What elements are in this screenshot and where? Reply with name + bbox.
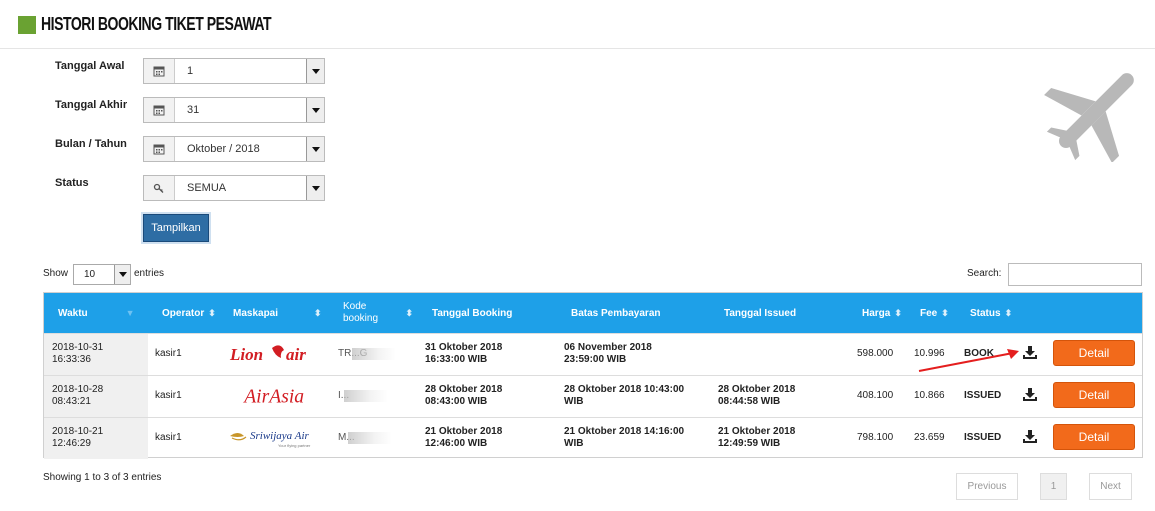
status-select[interactable]: SEMUA <box>143 175 325 201</box>
search-input[interactable] <box>1008 263 1142 286</box>
issued-date: 21 Oktober 2018 <box>718 426 796 437</box>
page-1-button[interactable]: 1 <box>1040 473 1067 500</box>
col-kode-booking[interactable]: Kode booking ⬍ <box>343 293 413 333</box>
detail-button[interactable]: Detail <box>1053 382 1135 408</box>
col-tanggal-issued[interactable]: Tanggal Issued <box>724 293 796 333</box>
svg-text:Sriwijaya Air: Sriwijaya Air <box>250 430 309 442</box>
key-icon <box>144 176 175 200</box>
status-badge: ISSUED <box>964 432 1002 443</box>
tanggal-booking-date: 21 Oktober 2018 <box>425 426 503 437</box>
operator: kasir1 <box>155 390 182 401</box>
waktu-time: 12:46:29 <box>52 438 91 449</box>
tanggal-akhir-value: 31 <box>187 104 200 116</box>
show-label: Show <box>43 268 69 279</box>
calendar-icon <box>144 59 175 83</box>
table-row: 2018-10-28 08:43:21 kasir1 AirAsia I... … <box>44 375 1142 417</box>
redaction <box>348 432 392 444</box>
issued-time: 12:49:59 WIB <box>718 438 781 449</box>
chevron-down-icon[interactable] <box>114 265 130 284</box>
col-harga[interactable]: Harga ⬍ <box>862 293 902 333</box>
operator: kasir1 <box>155 432 182 443</box>
col-waktu[interactable]: Waktu ▼ <box>58 293 135 333</box>
chevron-down-icon[interactable] <box>306 176 324 200</box>
page-title: HISTORI BOOKING TIKET PESAWAT <box>41 14 272 34</box>
waktu-time: 08:43:21 <box>52 396 91 407</box>
booking-table: Waktu ▼ Operator ⬍ Maskapai ⬍ Kode booking ⬍… <box>43 292 1143 459</box>
tanggal-booking-time: 08:43:00 WIB <box>425 396 488 407</box>
redaction <box>344 390 388 402</box>
detail-button[interactable]: Detail <box>1053 424 1135 450</box>
col-operator[interactable]: Operator ⬍ <box>162 293 216 333</box>
calendar-icon <box>144 98 175 122</box>
tampilkan-button[interactable]: Tampilkan <box>143 214 209 242</box>
batas-date: 21 Oktober 2018 14:16:00 <box>564 426 685 437</box>
batas-date: 06 November 2018 <box>564 342 652 353</box>
waktu-date: 2018-10-31 <box>52 342 104 353</box>
redaction <box>352 348 396 360</box>
batas-date: 28 Oktober 2018 10:43:00 <box>564 384 685 395</box>
annotation-arrow-icon <box>918 349 1019 372</box>
status-label: Status <box>55 177 89 189</box>
issued-date: 28 Oktober 2018 <box>718 384 796 395</box>
issued-time: 08:44:58 WIB <box>718 396 781 407</box>
tanggal-booking-time: 16:33:00 WIB <box>425 354 488 365</box>
svg-text:AirAsia: AirAsia <box>242 387 304 408</box>
entries-label: entries <box>134 268 165 279</box>
status-value: SEMUA <box>187 182 227 194</box>
download-icon[interactable] <box>1022 388 1038 402</box>
batas-time: WIB <box>564 396 584 407</box>
calendar-icon <box>144 137 175 161</box>
fee: 10.866 <box>914 390 945 401</box>
tanggal-akhir-select[interactable]: 31 <box>143 97 325 123</box>
waktu-date: 2018-10-21 <box>52 426 104 437</box>
col-status[interactable]: Status ⬍ <box>970 293 1012 333</box>
harga: 598.000 <box>857 348 894 359</box>
status-badge: ISSUED <box>964 390 1002 401</box>
harga: 408.100 <box>857 390 894 401</box>
col-fee[interactable]: Fee ⬍ <box>920 293 949 333</box>
bulan-tahun-select[interactable]: Oktober / 2018 <box>143 136 325 162</box>
table-row: 2018-10-21 12:46:29 kasir1 Sriwijaya Air… <box>44 417 1142 459</box>
harga: 798.100 <box>857 432 894 443</box>
bulan-tahun-label: Bulan / Tahun <box>55 138 127 150</box>
tanggal-awal-label: Tanggal Awal <box>55 60 125 72</box>
entries-value: 10 <box>84 269 96 280</box>
waktu-date: 2018-10-28 <box>52 384 104 395</box>
chevron-down-icon[interactable] <box>306 137 324 161</box>
waktu-time: 16:33:36 <box>52 354 91 365</box>
tanggal-booking-date: 28 Oktober 2018 <box>425 384 503 395</box>
airasia-logo: AirAsia <box>242 387 304 408</box>
svg-text:Lion: Lion <box>229 345 263 364</box>
col-tanggal-booking[interactable]: Tanggal Booking <box>432 293 512 333</box>
chevron-down-icon[interactable] <box>306 59 324 83</box>
entries-select[interactable]: 10 <box>73 264 131 285</box>
col-maskapai[interactable]: Maskapai ⬍ <box>233 293 322 333</box>
tanggal-booking-time: 12:46:00 WIB <box>425 438 488 449</box>
col-batas-pembayaran[interactable]: Batas Pembayaran <box>571 293 661 333</box>
detail-button[interactable]: Detail <box>1053 340 1135 366</box>
tanggal-akhir-label: Tanggal Akhir <box>55 99 128 111</box>
tanggal-booking-date: 31 Oktober 2018 <box>425 342 503 353</box>
download-icon[interactable] <box>1022 430 1038 444</box>
operator: kasir1 <box>155 348 182 359</box>
lion-air-logo: Lion air <box>229 345 306 364</box>
search-label: Search: <box>967 268 1002 279</box>
tanggal-awal-value: 1 <box>187 65 194 77</box>
svg-text:Your flying partner: Your flying partner <box>278 443 311 448</box>
svg-text:air: air <box>286 345 306 364</box>
previous-button[interactable]: Previous <box>956 473 1018 500</box>
page-header: HISTORI BOOKING TIKET PESAWAT <box>0 0 1155 49</box>
title-square-icon <box>18 16 36 34</box>
bulan-tahun-value: Oktober / 2018 <box>187 143 260 155</box>
batas-time: WIB <box>564 438 584 449</box>
batas-time: 23:59:00 WIB <box>564 354 627 365</box>
airplane-icon <box>1040 62 1150 167</box>
next-button[interactable]: Next <box>1089 473 1132 500</box>
table-header: Waktu ▼ Operator ⬍ Maskapai ⬍ Kode booking ⬍… <box>44 293 1142 333</box>
fee: 23.659 <box>914 432 945 443</box>
showing-info: Showing 1 to 3 of 3 entries <box>43 472 162 483</box>
chevron-down-icon[interactable] <box>306 98 324 122</box>
sriwijaya-air-logo: Sriwijaya Air Your flying partner <box>230 430 311 448</box>
tanggal-awal-select[interactable]: 1 <box>143 58 325 84</box>
